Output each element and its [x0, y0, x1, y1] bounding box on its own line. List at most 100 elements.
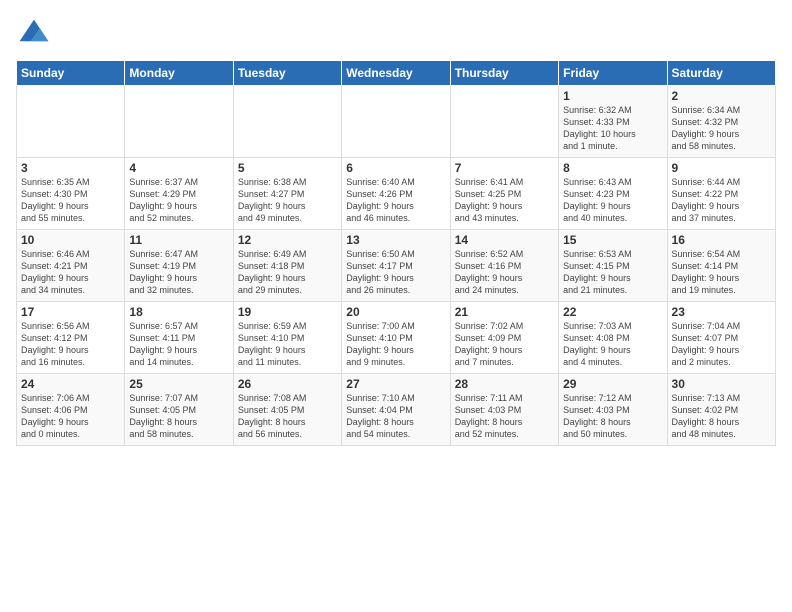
day-cell: 15Sunrise: 6:53 AM Sunset: 4:15 PM Dayli… — [559, 230, 667, 302]
day-info: Sunrise: 6:46 AM Sunset: 4:21 PM Dayligh… — [21, 248, 120, 297]
day-number: 4 — [129, 161, 228, 175]
week-row-2: 10Sunrise: 6:46 AM Sunset: 4:21 PM Dayli… — [17, 230, 776, 302]
day-number: 16 — [672, 233, 771, 247]
day-number: 10 — [21, 233, 120, 247]
day-cell: 8Sunrise: 6:43 AM Sunset: 4:23 PM Daylig… — [559, 158, 667, 230]
day-cell: 24Sunrise: 7:06 AM Sunset: 4:06 PM Dayli… — [17, 374, 125, 446]
day-info: Sunrise: 7:10 AM Sunset: 4:04 PM Dayligh… — [346, 392, 445, 441]
day-cell: 18Sunrise: 6:57 AM Sunset: 4:11 PM Dayli… — [125, 302, 233, 374]
day-cell: 30Sunrise: 7:13 AM Sunset: 4:02 PM Dayli… — [667, 374, 775, 446]
day-info: Sunrise: 7:08 AM Sunset: 4:05 PM Dayligh… — [238, 392, 337, 441]
day-number: 1 — [563, 89, 662, 103]
day-info: Sunrise: 6:47 AM Sunset: 4:19 PM Dayligh… — [129, 248, 228, 297]
day-cell: 6Sunrise: 6:40 AM Sunset: 4:26 PM Daylig… — [342, 158, 450, 230]
header-cell-monday: Monday — [125, 61, 233, 86]
day-cell: 2Sunrise: 6:34 AM Sunset: 4:32 PM Daylig… — [667, 86, 775, 158]
header-cell-wednesday: Wednesday — [342, 61, 450, 86]
day-cell: 28Sunrise: 7:11 AM Sunset: 4:03 PM Dayli… — [450, 374, 558, 446]
day-number: 29 — [563, 377, 662, 391]
day-cell: 14Sunrise: 6:52 AM Sunset: 4:16 PM Dayli… — [450, 230, 558, 302]
day-info: Sunrise: 6:59 AM Sunset: 4:10 PM Dayligh… — [238, 320, 337, 369]
day-cell: 11Sunrise: 6:47 AM Sunset: 4:19 PM Dayli… — [125, 230, 233, 302]
day-number: 7 — [455, 161, 554, 175]
header-cell-sunday: Sunday — [17, 61, 125, 86]
day-info: Sunrise: 6:49 AM Sunset: 4:18 PM Dayligh… — [238, 248, 337, 297]
day-cell: 22Sunrise: 7:03 AM Sunset: 4:08 PM Dayli… — [559, 302, 667, 374]
day-number: 30 — [672, 377, 771, 391]
day-info: Sunrise: 6:40 AM Sunset: 4:26 PM Dayligh… — [346, 176, 445, 225]
day-info: Sunrise: 7:04 AM Sunset: 4:07 PM Dayligh… — [672, 320, 771, 369]
day-cell: 17Sunrise: 6:56 AM Sunset: 4:12 PM Dayli… — [17, 302, 125, 374]
day-info: Sunrise: 7:06 AM Sunset: 4:06 PM Dayligh… — [21, 392, 120, 441]
header-row: SundayMondayTuesdayWednesdayThursdayFrid… — [17, 61, 776, 86]
day-info: Sunrise: 6:37 AM Sunset: 4:29 PM Dayligh… — [129, 176, 228, 225]
logo-icon — [16, 16, 52, 52]
calendar-body: 1Sunrise: 6:32 AM Sunset: 4:33 PM Daylig… — [17, 86, 776, 446]
calendar-table: SundayMondayTuesdayWednesdayThursdayFrid… — [16, 60, 776, 446]
day-number: 2 — [672, 89, 771, 103]
day-info: Sunrise: 6:41 AM Sunset: 4:25 PM Dayligh… — [455, 176, 554, 225]
day-info: Sunrise: 7:13 AM Sunset: 4:02 PM Dayligh… — [672, 392, 771, 441]
day-number: 22 — [563, 305, 662, 319]
day-info: Sunrise: 6:52 AM Sunset: 4:16 PM Dayligh… — [455, 248, 554, 297]
day-number: 5 — [238, 161, 337, 175]
day-number: 27 — [346, 377, 445, 391]
day-cell: 26Sunrise: 7:08 AM Sunset: 4:05 PM Dayli… — [233, 374, 341, 446]
day-number: 26 — [238, 377, 337, 391]
day-cell — [342, 86, 450, 158]
day-number: 25 — [129, 377, 228, 391]
day-number: 20 — [346, 305, 445, 319]
day-info: Sunrise: 7:12 AM Sunset: 4:03 PM Dayligh… — [563, 392, 662, 441]
day-number: 14 — [455, 233, 554, 247]
day-number: 11 — [129, 233, 228, 247]
day-number: 17 — [21, 305, 120, 319]
day-info: Sunrise: 6:56 AM Sunset: 4:12 PM Dayligh… — [21, 320, 120, 369]
day-info: Sunrise: 6:32 AM Sunset: 4:33 PM Dayligh… — [563, 104, 662, 153]
day-number: 3 — [21, 161, 120, 175]
day-number: 6 — [346, 161, 445, 175]
day-info: Sunrise: 7:11 AM Sunset: 4:03 PM Dayligh… — [455, 392, 554, 441]
page: SundayMondayTuesdayWednesdayThursdayFrid… — [0, 0, 792, 612]
week-row-4: 24Sunrise: 7:06 AM Sunset: 4:06 PM Dayli… — [17, 374, 776, 446]
header-cell-saturday: Saturday — [667, 61, 775, 86]
week-row-0: 1Sunrise: 6:32 AM Sunset: 4:33 PM Daylig… — [17, 86, 776, 158]
day-number: 23 — [672, 305, 771, 319]
day-number: 9 — [672, 161, 771, 175]
day-number: 13 — [346, 233, 445, 247]
day-number: 12 — [238, 233, 337, 247]
calendar-header: SundayMondayTuesdayWednesdayThursdayFrid… — [17, 61, 776, 86]
day-info: Sunrise: 6:44 AM Sunset: 4:22 PM Dayligh… — [672, 176, 771, 225]
week-row-1: 3Sunrise: 6:35 AM Sunset: 4:30 PM Daylig… — [17, 158, 776, 230]
day-info: Sunrise: 7:03 AM Sunset: 4:08 PM Dayligh… — [563, 320, 662, 369]
day-number: 19 — [238, 305, 337, 319]
day-info: Sunrise: 6:34 AM Sunset: 4:32 PM Dayligh… — [672, 104, 771, 153]
day-number: 15 — [563, 233, 662, 247]
day-info: Sunrise: 6:57 AM Sunset: 4:11 PM Dayligh… — [129, 320, 228, 369]
header-cell-thursday: Thursday — [450, 61, 558, 86]
day-number: 18 — [129, 305, 228, 319]
day-cell: 4Sunrise: 6:37 AM Sunset: 4:29 PM Daylig… — [125, 158, 233, 230]
day-cell: 27Sunrise: 7:10 AM Sunset: 4:04 PM Dayli… — [342, 374, 450, 446]
day-info: Sunrise: 6:43 AM Sunset: 4:23 PM Dayligh… — [563, 176, 662, 225]
day-info: Sunrise: 6:54 AM Sunset: 4:14 PM Dayligh… — [672, 248, 771, 297]
day-cell: 13Sunrise: 6:50 AM Sunset: 4:17 PM Dayli… — [342, 230, 450, 302]
day-info: Sunrise: 7:02 AM Sunset: 4:09 PM Dayligh… — [455, 320, 554, 369]
day-cell — [233, 86, 341, 158]
day-info: Sunrise: 6:38 AM Sunset: 4:27 PM Dayligh… — [238, 176, 337, 225]
header — [16, 16, 776, 52]
day-cell — [125, 86, 233, 158]
week-row-3: 17Sunrise: 6:56 AM Sunset: 4:12 PM Dayli… — [17, 302, 776, 374]
day-info: Sunrise: 6:50 AM Sunset: 4:17 PM Dayligh… — [346, 248, 445, 297]
day-cell: 19Sunrise: 6:59 AM Sunset: 4:10 PM Dayli… — [233, 302, 341, 374]
day-cell: 10Sunrise: 6:46 AM Sunset: 4:21 PM Dayli… — [17, 230, 125, 302]
day-number: 8 — [563, 161, 662, 175]
day-info: Sunrise: 6:35 AM Sunset: 4:30 PM Dayligh… — [21, 176, 120, 225]
day-number: 24 — [21, 377, 120, 391]
header-cell-friday: Friday — [559, 61, 667, 86]
day-cell: 9Sunrise: 6:44 AM Sunset: 4:22 PM Daylig… — [667, 158, 775, 230]
day-info: Sunrise: 7:00 AM Sunset: 4:10 PM Dayligh… — [346, 320, 445, 369]
day-number: 21 — [455, 305, 554, 319]
day-cell: 23Sunrise: 7:04 AM Sunset: 4:07 PM Dayli… — [667, 302, 775, 374]
day-cell: 21Sunrise: 7:02 AM Sunset: 4:09 PM Dayli… — [450, 302, 558, 374]
logo — [16, 16, 56, 52]
